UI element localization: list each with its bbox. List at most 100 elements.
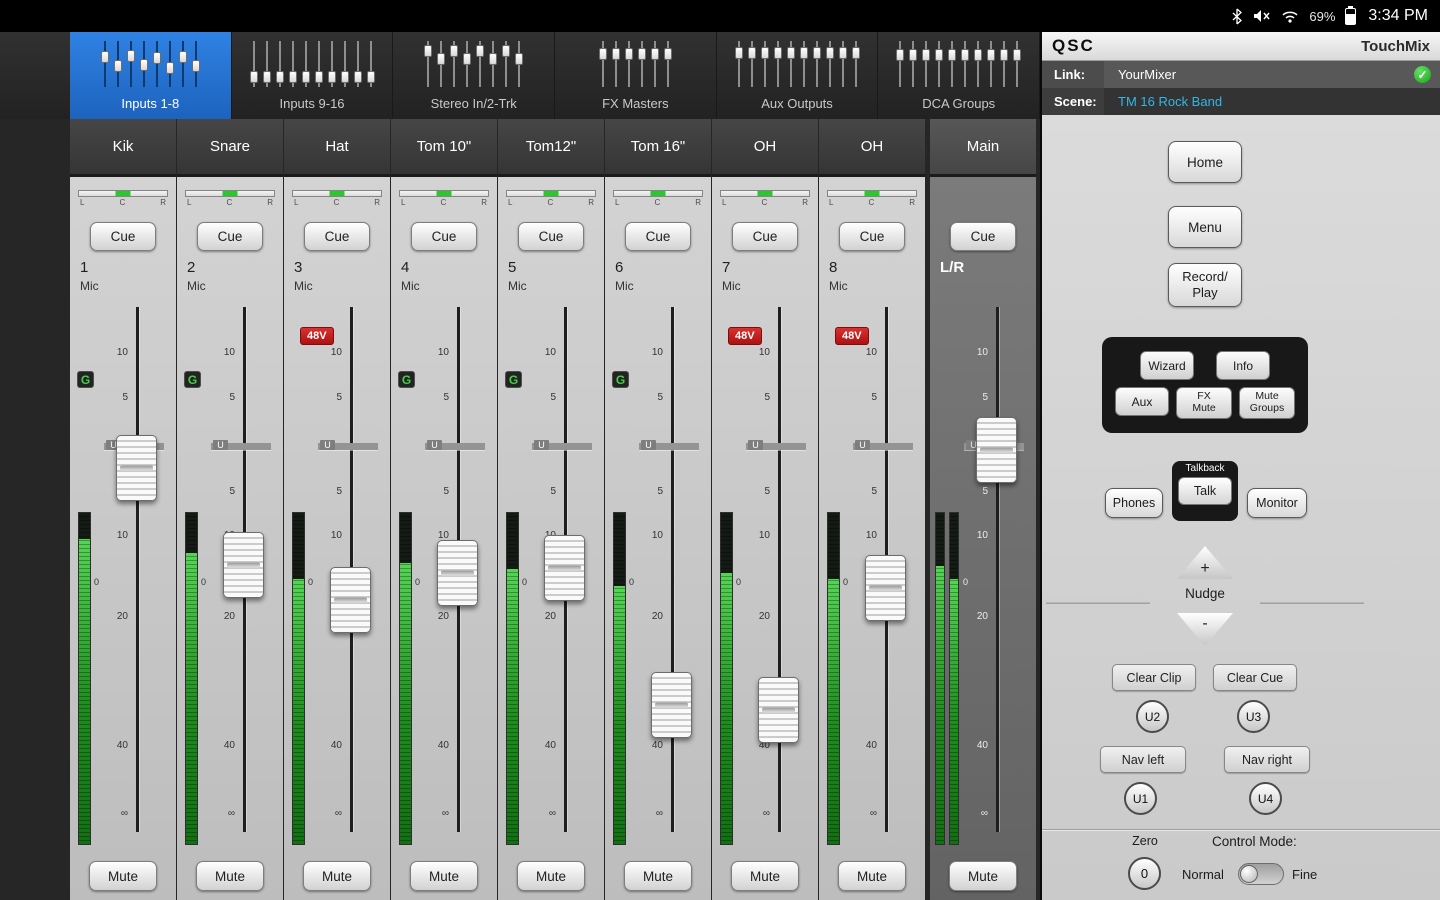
channel-number: 7	[722, 259, 730, 276]
menu-button[interactable]: Menu	[1168, 206, 1242, 248]
channel-strip-6: Tom 16" L C R Cue 6 Mic G 0 105U5102040∞	[605, 119, 711, 900]
fader-handle[interactable]	[330, 567, 371, 633]
mini-fader-cap	[367, 71, 375, 83]
nudge-up-button[interactable]: +	[1177, 546, 1233, 579]
phones-button[interactable]: Phones	[1105, 488, 1163, 518]
fader-handle[interactable]	[865, 555, 906, 621]
user-button-u4[interactable]: U4	[1249, 782, 1282, 815]
cue-button[interactable]: Cue	[950, 222, 1016, 251]
fader-handle[interactable]	[116, 435, 157, 501]
mute-button[interactable]: Mute	[410, 861, 478, 891]
mute-button[interactable]: Mute	[89, 861, 157, 891]
cue-button[interactable]: Cue	[625, 222, 691, 251]
mini-fader	[761, 41, 769, 87]
fader-handle[interactable]	[758, 677, 799, 743]
pan-position	[437, 191, 452, 196]
info-button[interactable]: Info	[1216, 351, 1270, 380]
channel-select-header[interactable]: Snare	[177, 119, 283, 177]
channel-name: Hat	[325, 138, 348, 155]
nudge-label: Nudge	[1042, 586, 1368, 601]
wizard-button[interactable]: Wizard	[1140, 351, 1194, 380]
tab-inputs-1-8[interactable]: Inputs 1-8	[70, 32, 232, 119]
cue-button[interactable]: Cue	[411, 222, 477, 251]
channel-select-header[interactable]: Kik	[70, 119, 176, 177]
control-mode-toggle[interactable]	[1238, 863, 1284, 885]
user-button-u2[interactable]: U2	[1136, 700, 1169, 733]
meter-fill	[400, 563, 411, 844]
talk-button[interactable]: Talk	[1178, 477, 1232, 505]
mini-fader-cap	[502, 45, 510, 57]
channel-strip-body: L C R Cue 4 Mic G 0 105U5102040∞ Mute	[391, 177, 497, 900]
fx-mute-button[interactable]: FX Mute	[1176, 387, 1232, 419]
tab-inputs-9-16[interactable]: Inputs 9-16	[232, 32, 394, 119]
channel-name: Tom 16"	[631, 138, 686, 155]
tab-dca-groups[interactable]: DCA Groups	[878, 32, 1040, 119]
channel-select-header[interactable]: Main	[930, 119, 1036, 177]
mini-fader	[774, 41, 782, 87]
mini-fader	[489, 41, 497, 87]
mini-fader	[922, 41, 930, 87]
channel-select-header[interactable]: OH	[819, 119, 925, 177]
mini-fader-cap	[961, 49, 969, 61]
record-play-button[interactable]: Record/ Play	[1168, 263, 1242, 307]
channel-select-header[interactable]: Tom12"	[498, 119, 604, 177]
tab-fx-masters[interactable]: FX Masters	[555, 32, 717, 119]
product-name: TouchMix	[1361, 38, 1430, 55]
mixer-area: Inputs 1-8 Inputs 9-16 Stereo In/2-Trk F…	[0, 32, 1040, 900]
right-panel: QSC TouchMix Link: YourMixer ✓ Scene: TM…	[1040, 32, 1440, 900]
cue-button[interactable]: Cue	[839, 222, 905, 251]
fader-scale-mark: U	[320, 440, 335, 450]
cue-button[interactable]: Cue	[197, 222, 263, 251]
mini-fader-cap	[341, 71, 349, 83]
fader-handle[interactable]	[437, 540, 478, 606]
mute-button[interactable]: Mute	[838, 861, 906, 891]
channel-select-header[interactable]: Hat	[284, 119, 390, 177]
tab-label: Stereo In/2-Trk	[431, 96, 517, 119]
level-meter	[506, 512, 519, 845]
fader-handle[interactable]	[976, 417, 1017, 483]
mute-button[interactable]: Mute	[949, 861, 1017, 891]
mini-fader-cap	[935, 49, 943, 61]
mute-button[interactable]: Mute	[517, 861, 585, 891]
fader-handle[interactable]	[651, 672, 692, 738]
nav-right-button[interactable]: Nav right	[1224, 746, 1310, 773]
clear-clip-button[interactable]: Clear Clip	[1112, 664, 1196, 691]
cue-button[interactable]: Cue	[732, 222, 798, 251]
mute-button[interactable]: Mute	[731, 861, 799, 891]
cue-button[interactable]: Cue	[90, 222, 156, 251]
fader-handle[interactable]	[544, 535, 585, 601]
zero-button[interactable]: 0	[1128, 857, 1161, 890]
mute-groups-button[interactable]: Mute Groups	[1239, 387, 1295, 419]
fader-scale-mark: ∞	[217, 808, 235, 819]
monitor-button[interactable]: Monitor	[1247, 488, 1307, 518]
aux-button[interactable]: Aux	[1115, 387, 1169, 416]
tab-aux-outputs[interactable]: Aux Outputs	[717, 32, 879, 119]
mute-button[interactable]: Mute	[196, 861, 264, 891]
mini-fader	[276, 41, 284, 87]
channel-number: 8	[829, 259, 837, 276]
nav-left-button[interactable]: Nav left	[1100, 746, 1186, 773]
clear-cue-button[interactable]: Clear Cue	[1213, 664, 1297, 691]
tab-stereo-in-2-trk[interactable]: Stereo In/2-Trk	[393, 32, 555, 119]
cue-button[interactable]: Cue	[518, 222, 584, 251]
qsc-logo: QSC	[1052, 36, 1095, 56]
mini-fader	[192, 41, 200, 87]
fader-handle[interactable]	[223, 532, 264, 598]
user-button-u3[interactable]: U3	[1237, 700, 1270, 733]
level-meter	[185, 512, 198, 845]
mute-button[interactable]: Mute	[303, 861, 371, 891]
mini-fader	[114, 41, 122, 87]
mini-fader	[328, 41, 336, 87]
fader-scale-mark: 5	[859, 486, 877, 497]
channel-select-header[interactable]: Tom 16"	[605, 119, 711, 177]
channel-select-header[interactable]: Tom 10"	[391, 119, 497, 177]
cue-button[interactable]: Cue	[304, 222, 370, 251]
nudge-down-button[interactable]: -	[1177, 613, 1233, 646]
user-button-u1[interactable]: U1	[1124, 782, 1157, 815]
channel-select-header[interactable]: OH	[712, 119, 818, 177]
mute-button[interactable]: Mute	[624, 861, 692, 891]
pan-label-right: R	[481, 198, 487, 207]
talkback-label: Talkback	[1186, 463, 1225, 474]
home-button[interactable]: Home	[1168, 141, 1242, 183]
mini-fader	[450, 41, 458, 87]
